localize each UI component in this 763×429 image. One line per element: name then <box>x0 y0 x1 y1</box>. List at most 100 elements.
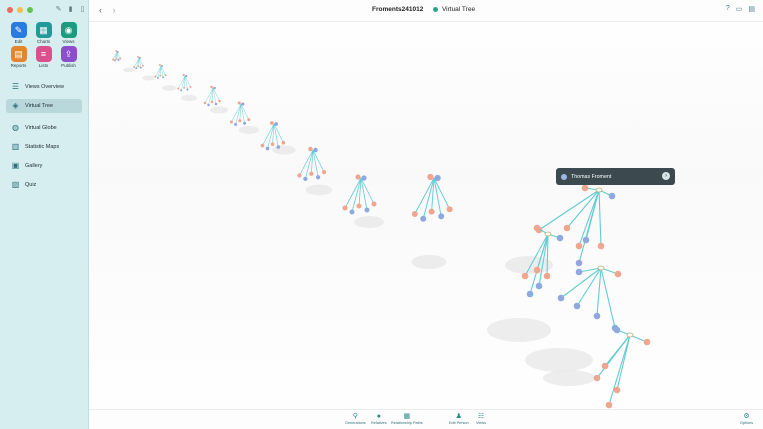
person-node[interactable] <box>154 75 157 78</box>
person-node[interactable] <box>158 64 161 66</box>
app-lists-button[interactable]: ≡ Lists <box>31 46 56 68</box>
sidebar-item-gallery[interactable]: ▣ Gallery <box>6 159 82 173</box>
pin-icon[interactable]: ✎ <box>55 6 62 13</box>
person-node[interactable] <box>210 100 214 104</box>
person-node[interactable] <box>180 89 183 92</box>
person-node[interactable] <box>349 209 355 215</box>
person-node[interactable] <box>139 66 142 69</box>
person-node[interactable] <box>229 120 233 124</box>
person-node[interactable] <box>613 326 621 334</box>
person-node[interactable] <box>533 224 541 232</box>
person-node[interactable] <box>313 147 318 153</box>
bookmark-icon[interactable]: ▮ <box>67 6 74 13</box>
person-node[interactable] <box>137 56 140 58</box>
person-node[interactable] <box>238 119 242 123</box>
selected-person-label[interactable]: Thomas Froment › <box>556 168 675 185</box>
person-node[interactable] <box>575 268 583 276</box>
person-node[interactable] <box>162 76 165 79</box>
person-node[interactable] <box>438 213 445 220</box>
person-node[interactable] <box>575 242 583 250</box>
person-node[interactable] <box>601 362 609 370</box>
person-node[interactable] <box>557 294 565 302</box>
person-node[interactable] <box>138 57 141 59</box>
person-node[interactable] <box>203 101 207 105</box>
relatives-button[interactable]: ● Relatives <box>371 412 387 425</box>
person-node[interactable] <box>308 146 313 152</box>
minimize-window-button[interactable] <box>17 7 23 13</box>
person-node[interactable] <box>185 74 188 78</box>
person-node[interactable] <box>119 57 122 60</box>
person-node[interactable] <box>543 272 551 280</box>
person-node[interactable] <box>315 175 321 180</box>
person-node[interactable] <box>361 175 367 181</box>
person-node[interactable] <box>446 206 453 213</box>
person-node[interactable] <box>434 174 441 182</box>
sidebar-item-virtual-globe[interactable]: ◍ Virtual Globe <box>6 121 82 135</box>
person-node[interactable] <box>164 74 167 77</box>
relationship-paths-button[interactable]: ▦ Relationship Paths <box>391 412 423 425</box>
person-node[interactable] <box>593 312 601 320</box>
person-node[interactable] <box>521 272 529 280</box>
virtual-tree-canvas[interactable] <box>89 0 763 429</box>
person-node[interactable] <box>182 73 185 77</box>
person-node[interactable] <box>265 146 270 151</box>
person-node[interactable] <box>186 88 189 91</box>
views-button[interactable]: ☷ Views <box>476 412 486 425</box>
app-edit-button[interactable]: ✎ Edit <box>6 22 31 44</box>
person-node[interactable] <box>575 259 583 267</box>
options-button[interactable]: ⚙ Options <box>740 412 753 425</box>
person-node[interactable] <box>135 67 138 70</box>
person-node[interactable] <box>303 176 308 182</box>
person-node[interactable] <box>210 85 213 89</box>
person-node[interactable] <box>411 211 418 217</box>
person-node[interactable] <box>241 102 245 106</box>
person-node[interactable] <box>133 66 136 68</box>
person-node[interactable] <box>218 99 221 103</box>
app-publish-button[interactable]: ⇪ Publish <box>56 46 81 68</box>
person-node[interactable] <box>156 76 159 79</box>
person-node[interactable] <box>260 143 265 148</box>
person-node[interactable] <box>605 401 613 409</box>
person-node[interactable] <box>117 59 120 61</box>
person-node[interactable] <box>207 103 210 107</box>
person-node[interactable] <box>533 266 541 274</box>
person-node[interactable] <box>270 142 275 146</box>
person-node[interactable] <box>274 122 279 126</box>
chevron-right-icon[interactable]: › <box>662 172 670 180</box>
person-node[interactable] <box>141 64 144 67</box>
person-node[interactable] <box>597 242 605 250</box>
person-node[interactable] <box>582 236 590 244</box>
edit-person-button[interactable]: ♟ Edit Person <box>449 412 469 425</box>
person-node[interactable] <box>526 290 534 298</box>
person-node[interactable] <box>643 338 651 346</box>
person-node[interactable] <box>355 174 361 180</box>
sidebar-item-statistic-maps[interactable]: ▥ Statistic Maps <box>6 140 82 154</box>
generations-button[interactable]: ⚲ Generations <box>345 412 366 425</box>
sidebar-item-virtual-tree[interactable]: ◈ Virtual Tree <box>6 99 82 113</box>
person-node[interactable] <box>183 86 186 89</box>
sidebar-item-quiz[interactable]: ▧ Quiz <box>6 178 82 192</box>
person-node[interactable] <box>237 101 241 105</box>
person-node[interactable] <box>614 270 622 278</box>
person-node[interactable] <box>243 121 247 125</box>
person-node[interactable] <box>364 207 370 213</box>
person-node[interactable] <box>269 121 274 125</box>
person-node[interactable] <box>371 201 377 207</box>
person-node[interactable] <box>213 86 216 90</box>
person-node[interactable] <box>535 282 543 290</box>
person-node[interactable] <box>247 118 251 122</box>
sidebar-toggle-icon[interactable]: ▯ <box>79 6 86 13</box>
person-node[interactable] <box>573 302 581 310</box>
person-node[interactable] <box>113 59 116 62</box>
zoom-window-button[interactable] <box>27 7 33 13</box>
person-node[interactable] <box>428 208 435 215</box>
person-node[interactable] <box>276 145 281 149</box>
person-node[interactable] <box>593 374 601 382</box>
person-node[interactable] <box>112 58 114 61</box>
person-node[interactable] <box>115 58 118 60</box>
person-node[interactable] <box>581 184 589 192</box>
person-node[interactable] <box>309 171 314 176</box>
person-node[interactable] <box>159 74 162 77</box>
sidebar-item-views-overview[interactable]: ☰ Views Overview <box>6 80 82 94</box>
app-views-button[interactable]: ◉ Views <box>56 22 81 44</box>
